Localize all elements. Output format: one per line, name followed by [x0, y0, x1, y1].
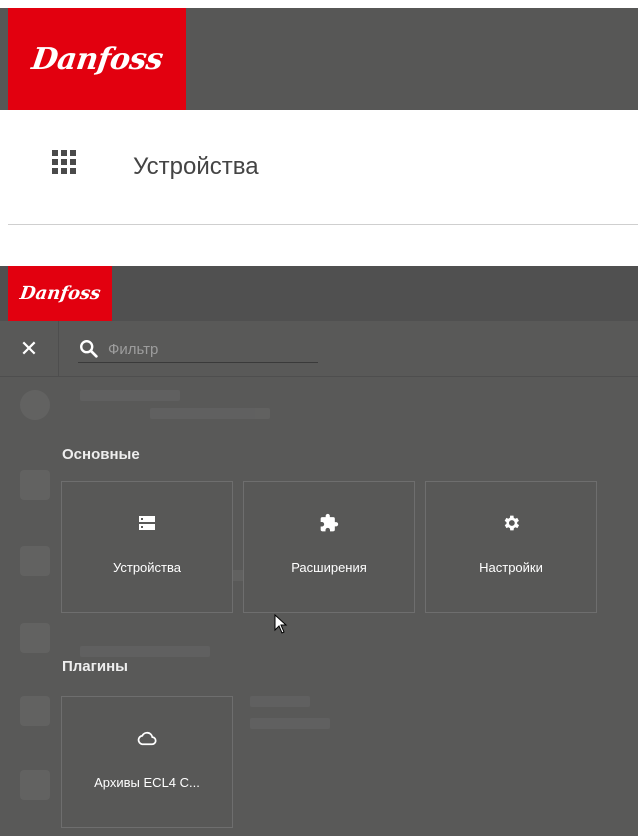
mouse-cursor-icon: [274, 614, 288, 634]
devices-icon: [136, 512, 158, 534]
apps-grid-icon[interactable]: [52, 150, 80, 178]
puzzle-icon: [318, 512, 340, 534]
chart-icon: [20, 470, 50, 500]
people-icon: [20, 770, 50, 800]
tile-label: Расширения: [291, 560, 367, 575]
danfoss-logo[interactable]: Danfoss: [8, 8, 186, 110]
section-title-plugins: Плагины: [62, 658, 128, 675]
search-icon: [80, 340, 98, 358]
search-row: ✕: [0, 321, 638, 377]
section-title-main: Основные: [62, 446, 140, 463]
top-panel: Danfoss Устройства: [0, 0, 638, 225]
tile-extensions[interactable]: Расширения: [243, 481, 415, 613]
page-title: Устройства: [133, 153, 259, 180]
hierarchy-icon: [20, 696, 50, 726]
bucket-icon: [20, 623, 50, 653]
tile-label: Архивы ECL4 C...: [94, 775, 200, 790]
logo-text: Danfoss: [29, 41, 165, 77]
search-input[interactable]: [108, 337, 313, 361]
tile-devices[interactable]: Устройства: [61, 481, 233, 613]
top-nav-row: Устройства: [0, 110, 638, 224]
tile-label: Устройства: [112, 560, 181, 575]
cloud-icon: [136, 727, 158, 749]
info-icon: [20, 390, 50, 420]
close-icon: ✕: [19, 336, 39, 362]
top-header-bar: Danfoss: [0, 8, 638, 110]
calendar-icon: [20, 546, 50, 576]
close-button[interactable]: ✕: [0, 321, 59, 377]
bottom-header-bar: Danfoss: [0, 266, 638, 321]
danfoss-logo-small[interactable]: Danfoss: [8, 266, 112, 321]
search-field[interactable]: [78, 337, 318, 363]
navigator-overlay: Danfoss ✕ Основные: [0, 266, 638, 836]
tile-ecl4-archives[interactable]: Архивы ECL4 C...: [61, 696, 233, 828]
tile-label: Настройки: [479, 560, 543, 575]
divider: [8, 224, 638, 225]
logo-text: Danfoss: [18, 283, 102, 304]
tile-settings[interactable]: Настройки: [425, 481, 597, 613]
gear-icon: [500, 512, 522, 534]
